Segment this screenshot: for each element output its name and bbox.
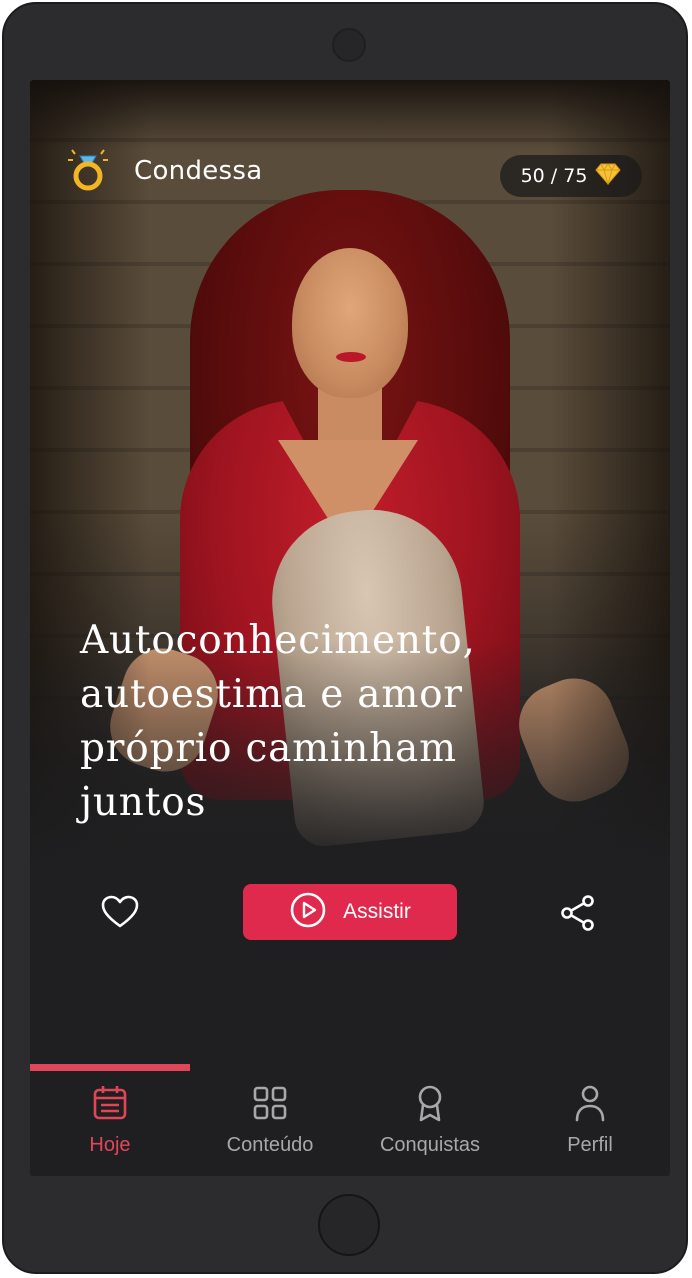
- grid-icon: [251, 1084, 289, 1126]
- nav-item-conteudo[interactable]: Conteúdo: [190, 1084, 350, 1164]
- app-screen: Condessa 50 / 75 Autoconhecimento, autoe…: [30, 80, 670, 1176]
- user-icon: [571, 1084, 609, 1126]
- share-icon: [558, 895, 598, 937]
- watch-button[interactable]: Assistir: [243, 884, 457, 940]
- heart-icon: [100, 895, 140, 937]
- award-icon: [411, 1084, 449, 1126]
- nav-item-hoje[interactable]: Hoje: [30, 1084, 190, 1164]
- nav-label-conteudo: Conteúdo: [226, 1134, 314, 1156]
- nav-label-perfil: Perfil: [567, 1134, 613, 1156]
- calendar-icon: [91, 1084, 129, 1126]
- nav-label-conquistas: Conquistas: [379, 1134, 481, 1156]
- bottom-nav: Hoje Conteúdo Conquistas Perfil: [30, 1064, 670, 1176]
- score-badge[interactable]: 50 / 75: [500, 155, 642, 197]
- share-button[interactable]: [558, 893, 598, 933]
- nav-item-perfil[interactable]: Perfil: [510, 1084, 670, 1164]
- nav-label-hoje: Hoje: [89, 1134, 131, 1156]
- score-value: 50 / 75: [520, 165, 588, 187]
- nav-active-indicator: [30, 1064, 190, 1071]
- home-button[interactable]: [318, 1194, 380, 1256]
- content-headline: Autoconhecimento, autoestima e amor próp…: [80, 618, 476, 825]
- diamond-icon: [595, 163, 622, 189]
- like-button[interactable]: [100, 893, 140, 933]
- ring-icon: [66, 146, 110, 192]
- watch-button-label: Assistir: [343, 900, 411, 923]
- play-circle-icon: [289, 891, 327, 933]
- app-title: Condessa: [134, 156, 263, 186]
- phone-frame: Condessa 50 / 75 Autoconhecimento, autoe…: [2, 2, 688, 1274]
- front-camera: [332, 28, 366, 62]
- nav-item-conquistas[interactable]: Conquistas: [350, 1084, 510, 1164]
